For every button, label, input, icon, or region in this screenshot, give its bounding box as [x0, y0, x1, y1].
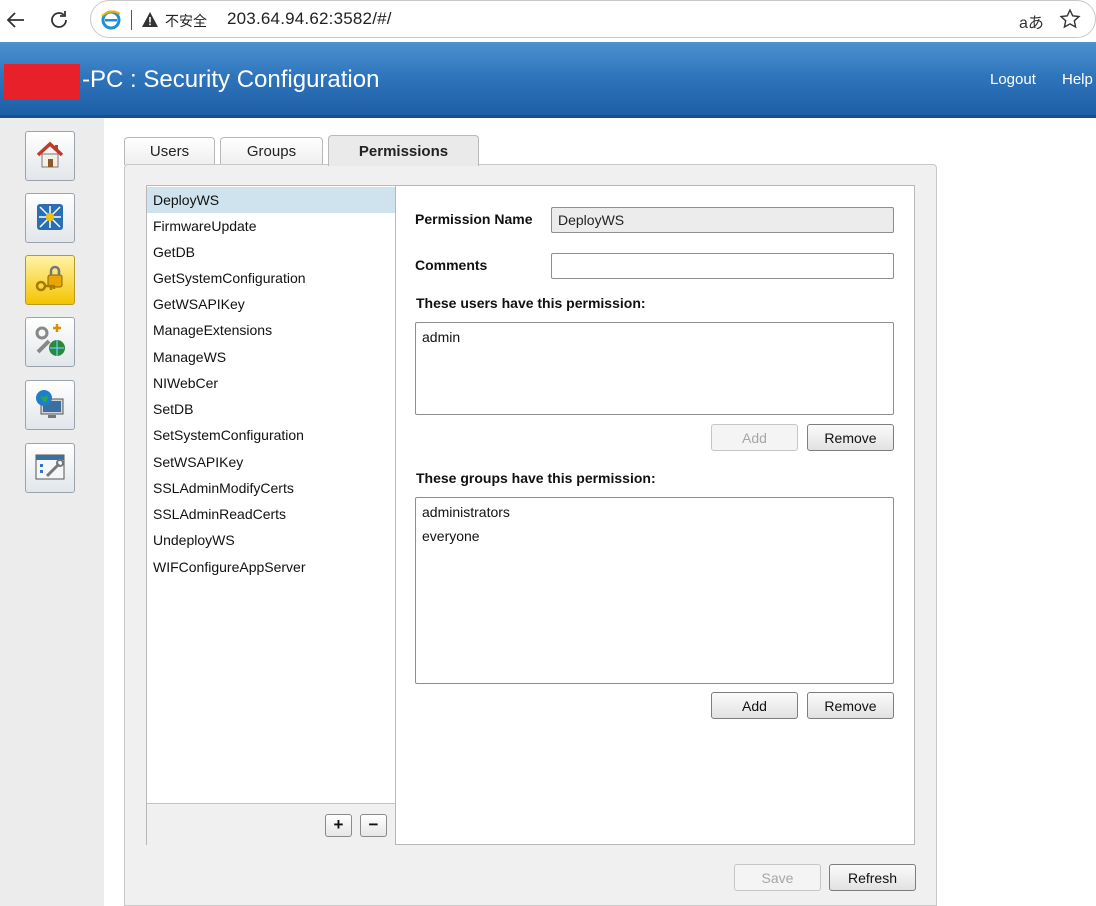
window-wrench-icon	[33, 452, 67, 485]
list-item[interactable]: NIWebCer	[147, 370, 395, 396]
users-heading: These users have this permission:	[416, 295, 646, 311]
left-nav-rail	[0, 118, 104, 906]
list-item[interactable]: GetSystemConfiguration	[147, 265, 395, 291]
save-button[interactable]: Save	[734, 864, 821, 891]
list-item[interactable]: WIFConfigureAppServer	[147, 554, 395, 580]
list-footer: + −	[147, 803, 395, 845]
list-item[interactable]: administrators	[422, 504, 510, 520]
redacted-hostname	[4, 64, 80, 100]
list-item[interactable]: everyone	[422, 528, 480, 544]
tools-globe-icon	[33, 323, 67, 361]
comments-label: Comments	[415, 257, 488, 273]
insecure-label[interactable]: 不安全	[165, 11, 207, 31]
warning-icon[interactable]	[141, 11, 159, 29]
home-nav-button[interactable]	[25, 131, 75, 181]
logout-link[interactable]: Logout	[990, 71, 1036, 88]
groups-list[interactable]: administrators everyone	[415, 497, 894, 684]
remote-tools-nav-button[interactable]	[25, 317, 75, 367]
permission-name-field: DeployWS	[551, 207, 894, 233]
back-icon[interactable]	[2, 6, 30, 34]
lock-key-icon	[33, 263, 67, 298]
list-item[interactable]: SetSystemConfiguration	[147, 422, 395, 448]
home-icon	[34, 139, 66, 174]
app-header: -PC : Security Configuration Logout Help	[0, 42, 1096, 118]
remove-user-button[interactable]: Remove	[807, 424, 894, 451]
list-item[interactable]: SetWSAPIKey	[147, 449, 395, 475]
page-title: -PC : Security Configuration	[82, 66, 380, 93]
address-divider	[131, 10, 132, 30]
list-item[interactable]: admin	[422, 329, 460, 345]
users-list[interactable]: admin	[415, 322, 894, 415]
network-nav-button[interactable]	[25, 193, 75, 243]
groups-heading: These groups have this permission:	[416, 470, 656, 486]
ie-mode-icon[interactable]	[101, 10, 121, 30]
favorite-star-icon[interactable]	[1059, 8, 1083, 32]
permission-list: DeployWS FirmwareUpdate GetDB GetSystemC…	[146, 185, 396, 845]
remove-permission-button[interactable]: −	[360, 814, 387, 837]
network-icon	[34, 201, 66, 236]
address-bar[interactable]: 不安全 203.64.94.62:3582/#/ aあ	[90, 0, 1096, 38]
refresh-button[interactable]: Refresh	[829, 864, 916, 891]
globe-monitor-icon	[33, 387, 67, 424]
list-item[interactable]: ManageWS	[147, 344, 395, 370]
list-item[interactable]: FirmwareUpdate	[147, 213, 395, 239]
list-item[interactable]: ManageExtensions	[147, 317, 395, 343]
help-link[interactable]: Help	[1062, 71, 1093, 88]
web-server-nav-button[interactable]	[25, 380, 75, 430]
settings-window-nav-button[interactable]	[25, 443, 75, 493]
read-aloud-icon[interactable]: aあ	[1019, 9, 1044, 33]
list-item[interactable]: SSLAdminModifyCerts	[147, 475, 395, 501]
browser-toolbar: 不安全 203.64.94.62:3582/#/ aあ	[0, 0, 1096, 42]
tab-permissions[interactable]: Permissions	[328, 135, 479, 166]
list-item[interactable]: GetDB	[147, 239, 395, 265]
list-item[interactable]: DeployWS	[147, 187, 395, 213]
url-text[interactable]: 203.64.94.62:3582/#/	[227, 9, 392, 29]
list-item[interactable]: UndeployWS	[147, 527, 395, 553]
remove-group-button[interactable]: Remove	[807, 692, 894, 719]
security-nav-button[interactable]	[25, 255, 75, 305]
add-user-button[interactable]: Add	[711, 424, 798, 451]
reload-icon[interactable]	[45, 6, 73, 34]
comments-field[interactable]	[551, 253, 894, 279]
list-item[interactable]: SetDB	[147, 396, 395, 422]
list-item[interactable]: GetWSAPIKey	[147, 291, 395, 317]
tab-users[interactable]: Users	[124, 137, 215, 165]
add-permission-button[interactable]: +	[325, 814, 352, 837]
add-group-button[interactable]: Add	[711, 692, 798, 719]
list-item[interactable]: SSLAdminReadCerts	[147, 501, 395, 527]
tab-groups[interactable]: Groups	[220, 137, 323, 165]
permission-name-label: Permission Name	[415, 211, 533, 227]
